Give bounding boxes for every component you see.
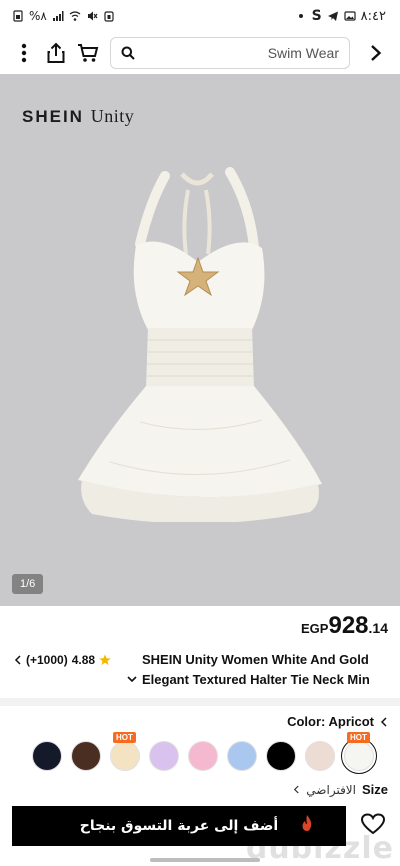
chevron-left-icon (294, 785, 299, 794)
sim-icon (13, 10, 23, 22)
signal-icon (52, 11, 64, 21)
brand-main: SHEIN (22, 107, 84, 126)
price-main: 928 (328, 612, 369, 639)
hot-badge: HOT (113, 732, 136, 743)
color-swatch-white[interactable]: HOT (341, 732, 377, 774)
vertical-dots-icon (21, 43, 27, 63)
color-swatch-black[interactable] (266, 741, 296, 771)
chevron-left-icon (14, 655, 21, 665)
cart-button[interactable] (72, 37, 104, 69)
color-label-row[interactable]: Color: Apricot (287, 714, 388, 729)
status-left: %٨ (12, 9, 115, 23)
price-decimal: .14 (368, 620, 388, 636)
hot-badge: HOT (347, 732, 370, 743)
wifi-icon (69, 11, 81, 21)
search-icon (121, 46, 135, 60)
color-swatch-pink[interactable] (188, 741, 218, 771)
home-indicator[interactable] (150, 858, 260, 862)
clock: ٨:٤٢ (360, 8, 386, 24)
review-count: (+1000) (26, 653, 68, 667)
color-swatch-brown[interactable] (71, 741, 101, 771)
status-bar: %٨ S ٨:٤٢ (0, 0, 400, 32)
image-counter: 1/6 (12, 574, 44, 594)
share-icon (47, 42, 65, 63)
product-title-line1: SHEIN Unity Women White And Gold (142, 652, 369, 667)
rating-value: 4.88 (71, 653, 96, 667)
status-right: S ٨:٤٢ (295, 8, 386, 24)
dress-illustration (78, 167, 322, 522)
chevron-right-icon (371, 45, 382, 61)
star-icon (99, 654, 111, 665)
product-image[interactable]: SHEIN Unity 1/6 (0, 74, 400, 606)
color-swatch-light-blue[interactable] (227, 741, 257, 771)
forward-button[interactable] (360, 37, 392, 69)
search-box[interactable] (110, 37, 350, 69)
battery-percent: %٨ (29, 9, 47, 23)
cart-icon (78, 44, 99, 62)
color-label: Color: Apricot (287, 714, 374, 729)
more-dot-icon (298, 14, 303, 18)
product-title[interactable]: SHEIN Unity Women White And Gold Elegant… (142, 650, 388, 690)
telegram-icon (327, 11, 338, 21)
price: EGP 928 .14 (301, 612, 388, 640)
chevron-down-icon (127, 676, 137, 683)
size-default: الافتراضي (306, 782, 356, 797)
size-row[interactable]: الافتراضي Size (293, 782, 388, 797)
top-nav (0, 32, 400, 74)
gallery-icon (344, 11, 356, 21)
section-divider (0, 698, 400, 706)
color-swatches: HOT HOT (32, 732, 390, 774)
s-icon: S (311, 8, 322, 24)
color-swatch-cream-textured[interactable]: HOT (110, 732, 140, 771)
bottom-bar: أضف إلى عربة التسوق بنجاح dubizzle (0, 802, 400, 866)
size-label: Size (361, 782, 388, 797)
search-input[interactable] (135, 45, 339, 61)
color-swatch-navy[interactable] (32, 741, 62, 771)
color-swatch-lilac[interactable] (149, 741, 179, 771)
fire-icon (302, 815, 312, 831)
alarm-icon (104, 11, 114, 22)
product-title-line2: Elegant Textured Halter Tie Neck Min (142, 672, 370, 687)
share-button[interactable] (40, 37, 72, 69)
brand-sub: Unity (90, 106, 135, 126)
chevron-left-icon (380, 716, 387, 727)
more-menu-button[interactable] (8, 37, 40, 69)
brand-logo: SHEIN Unity (22, 106, 134, 127)
expand-title-button[interactable] (127, 672, 137, 686)
product-title-block: (+1000) 4.88 SHEIN Unity Women White And… (0, 650, 400, 694)
price-currency: EGP (301, 621, 329, 636)
dubizzle-watermark: dubizzle (245, 831, 394, 866)
mute-icon (87, 11, 98, 21)
rating[interactable]: (+1000) 4.88 (14, 653, 111, 667)
color-swatch-beige[interactable] (305, 741, 335, 771)
